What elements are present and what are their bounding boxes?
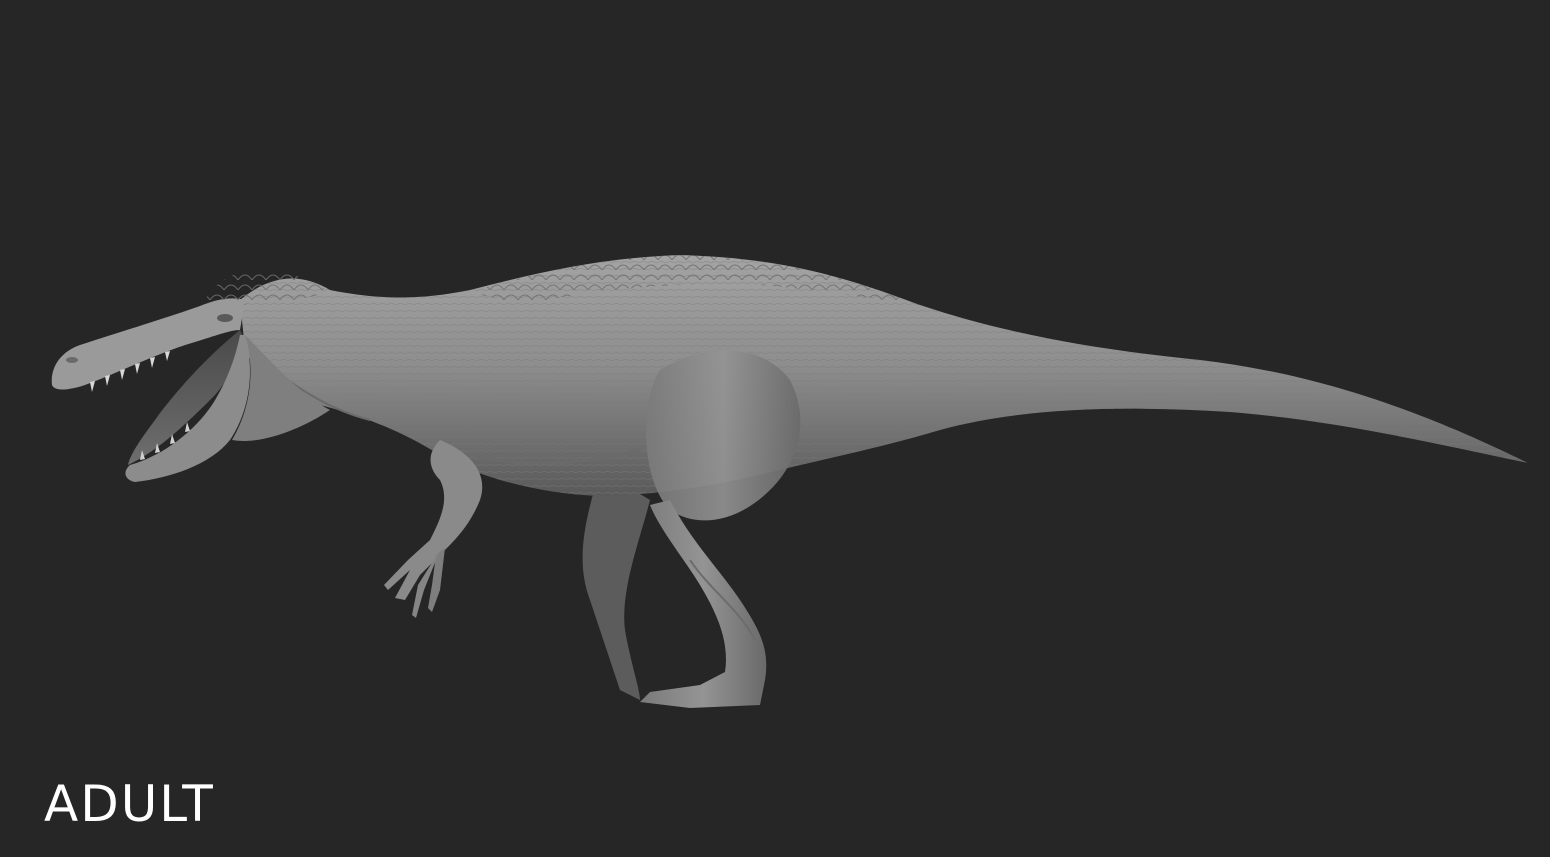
far-leg	[582, 470, 650, 700]
viewport: ADULT	[0, 0, 1550, 857]
eye	[217, 314, 233, 322]
hind-leg	[640, 500, 767, 708]
thigh	[646, 350, 801, 521]
dinosaur-sculpt-render	[51, 255, 1528, 708]
stage-caption: ADULT	[44, 775, 215, 833]
arm	[384, 440, 483, 600]
